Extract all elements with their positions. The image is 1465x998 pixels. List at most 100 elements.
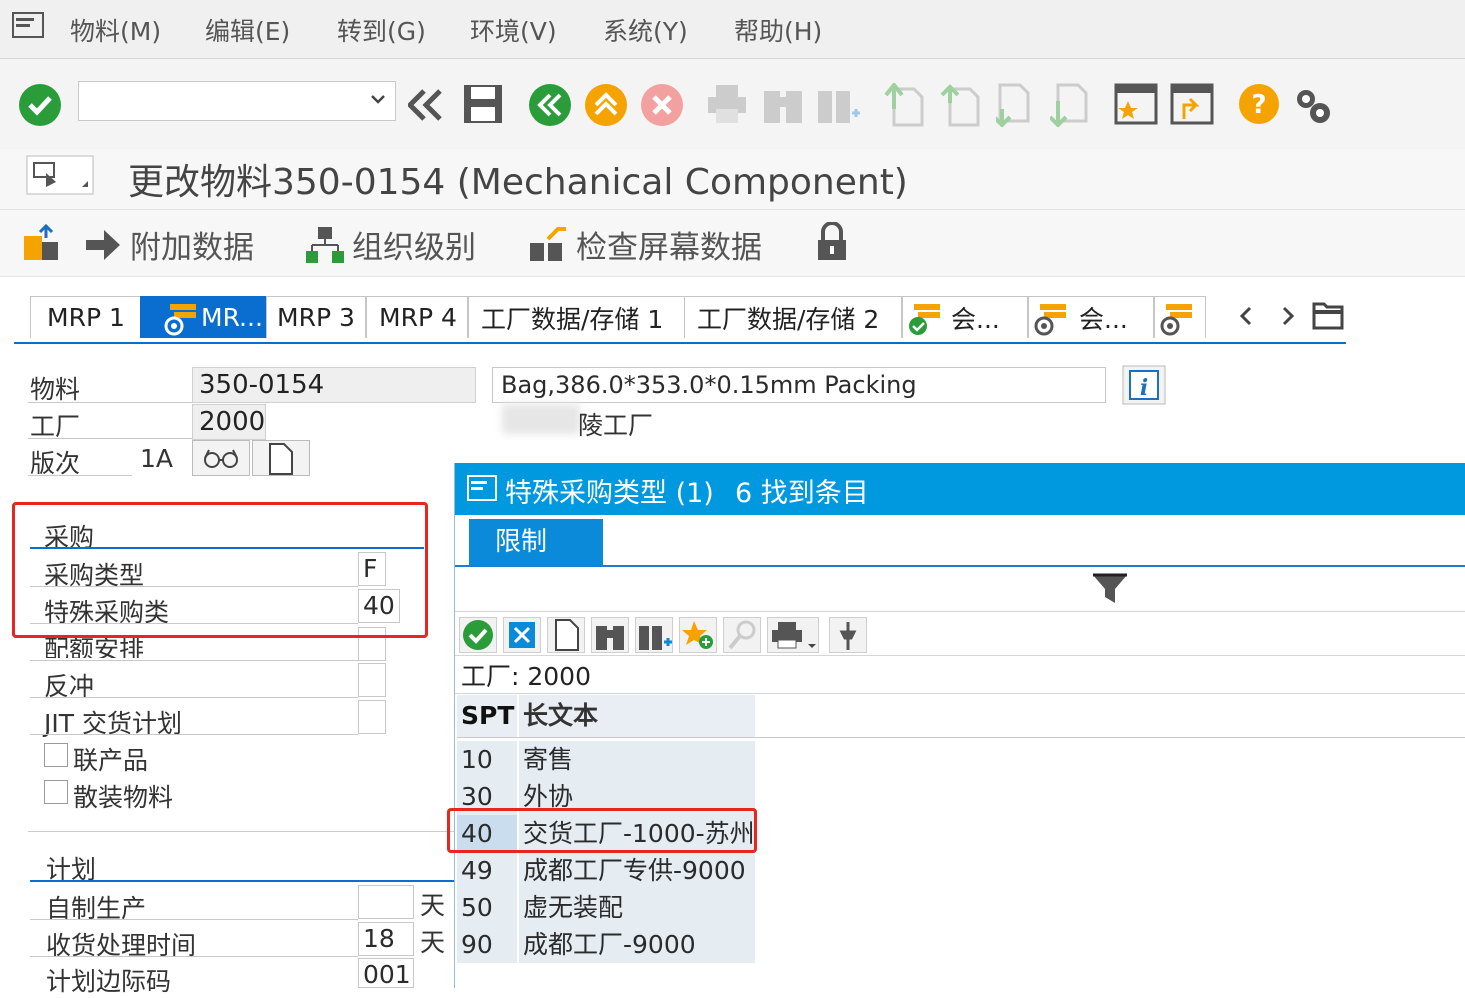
ok-icon [463,620,493,650]
popup-cancel-button[interactable] [503,617,541,653]
page-title: 更改物料350-0154 (Mechanical Component) [128,162,908,203]
tab-status-icon [164,304,196,336]
bulk-material-checkbox[interactable] [44,780,68,804]
row-text[interactable]: 成都工厂-9000 [519,926,755,963]
tab-mrp3[interactable]: MRP 3 [266,296,366,338]
additional-data-button[interactable]: 附加数据 [84,222,254,267]
row-text[interactable]: 寄售 [519,741,755,778]
row-code[interactable]: 90 [457,926,517,963]
prev-page-icon[interactable] [940,83,980,127]
info-icon[interactable]: i [1122,365,1166,405]
application-toolbar: 附加数据 组织级别 检查屏幕数据 [0,210,1465,277]
column-header-long-text[interactable]: 长文本 [519,695,755,737]
tab-strip: MRP 1 MR... MRP 3 MRP 4 工厂数据/存储 1 工厂数据/存… [14,296,1346,344]
tab-plant-storage-1[interactable]: 工厂数据/存储 1 [468,296,686,338]
popup-new-button[interactable] [547,617,585,653]
plant-filter-text: 工厂: 2000 [461,662,591,691]
new-session-icon[interactable] [1114,83,1158,125]
popup-find-next-button[interactable] [635,617,673,653]
highlight-selected-row [447,808,757,853]
highlight-procurement [12,502,428,638]
back-icon[interactable] [528,83,572,127]
check-screen-data-button[interactable]: 检查屏幕数据 [528,222,762,267]
find-next-icon [639,626,672,650]
back-double-icon[interactable] [408,89,444,121]
pin-icon [839,622,857,650]
material-field[interactable]: 350-0154 [192,367,476,403]
column-header-spt[interactable]: SPT [457,695,517,737]
favorite-add-icon [682,621,713,649]
menu-icon[interactable] [12,12,44,38]
check-screen-data-label: 检查屏幕数据 [576,230,762,266]
save-icon[interactable] [462,83,504,125]
find-icon[interactable] [762,83,804,125]
jit-field[interactable] [358,700,386,734]
tab-scroll-right-icon[interactable] [1280,306,1296,326]
inhouse-field[interactable] [358,885,414,919]
settings-icon[interactable] [1292,85,1334,127]
find-next-icon[interactable] [816,83,860,125]
plant-field[interactable]: 2000 [192,404,266,440]
row-code[interactable]: 50 [457,889,517,926]
menu-system[interactable]: 系统(Y) [603,12,688,48]
tab-scroll-left-icon[interactable] [1238,306,1254,326]
menu-environment[interactable]: 环境(V) [470,12,557,48]
row-code[interactable]: 10 [457,741,517,778]
collapse-restrictions-icon[interactable] [1091,571,1129,607]
svg-text:?: ? [1251,90,1266,120]
shortcut-icon[interactable] [1170,83,1214,125]
standard-toolbar: ? [0,59,1465,149]
exit-icon[interactable] [584,83,628,127]
dropdown-icon[interactable] [371,92,385,106]
lock-icon[interactable] [816,222,848,262]
command-field[interactable] [78,81,396,121]
tab-mrp2[interactable]: MR... [140,296,266,338]
coproduct-checkbox[interactable] [44,743,68,767]
backflush-field[interactable] [358,663,386,697]
popup-print-button[interactable] [767,617,819,653]
select-views-icon[interactable] [22,222,62,262]
menu-goto[interactable]: 转到(G) [337,12,426,48]
blurred-region [502,404,580,434]
help-icon[interactable]: ? [1238,83,1280,125]
menu-help[interactable]: 帮助(H) [734,12,822,48]
popup-personal-list-button[interactable] [723,617,761,653]
gr-time-field[interactable]: 18 [358,922,414,956]
popup-menu-icon[interactable] [467,475,497,501]
row-text[interactable]: 成都工厂专供-9000 [519,852,755,889]
first-page-icon[interactable] [884,83,924,127]
org-levels-button[interactable]: 组织级别 [306,222,476,267]
tab-plant-storage-2[interactable]: 工厂数据/存储 2 [684,296,902,338]
value-help-popup: 特殊采购类型 (1) 6 找到条目 限制 工厂: 2000 SPT 长文本 10… [447,463,1465,988]
popup-ok-button[interactable] [459,617,497,653]
glasses-icon[interactable] [192,440,250,476]
last-page-icon[interactable] [1050,83,1090,127]
popup-found-count: 6 找到条目 [735,478,869,509]
material-description-field[interactable]: Bag,386.0*353.0*0.15mm Packing [492,367,1106,403]
screen-toggle-icon[interactable] [26,155,94,195]
popup-title-bar: 特殊采购类型 (1) 6 找到条目 [455,463,1465,515]
print-icon[interactable] [706,83,748,125]
tab-restrictions[interactable]: 限制 [469,519,603,565]
margin-key-field[interactable]: 001 [358,958,414,989]
enter-icon[interactable] [18,83,62,127]
popup-favorite-button[interactable] [679,617,717,653]
tab-mrp4[interactable]: MRP 4 [366,296,468,338]
popup-find-button[interactable] [591,617,629,653]
row-code[interactable]: 49 [457,852,517,889]
row-text[interactable]: 虚无装配 [519,889,755,926]
coproduct-label: 联产品 [73,746,149,775]
additional-data-label: 附加数据 [130,230,254,266]
tab-mrp1[interactable]: MRP 1 [30,296,156,338]
tab-check-icon [909,304,940,335]
menu-material[interactable]: 物料(M) [70,12,161,48]
document-icon[interactable] [252,440,310,476]
cancel-icon[interactable] [640,83,684,127]
popup-pin-button[interactable] [829,617,867,653]
next-page-icon[interactable] [996,83,1036,127]
tab-list-icon[interactable] [1312,300,1344,330]
menu-edit[interactable]: 编辑(E) [205,12,290,48]
svg-text:i: i [1140,375,1148,401]
print-icon [772,622,816,649]
title-bar: 更改物料350-0154 (Mechanical Component) [0,149,1465,210]
